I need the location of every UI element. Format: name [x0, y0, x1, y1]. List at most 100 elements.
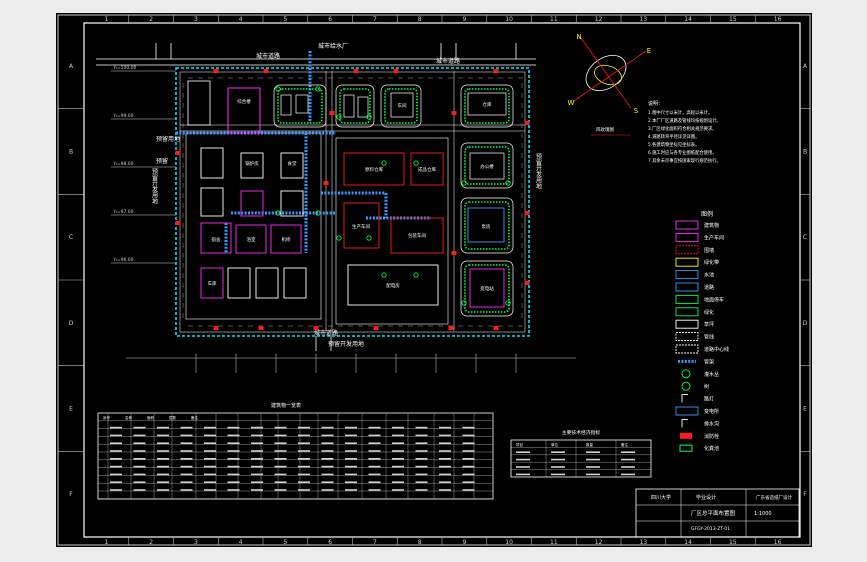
table-cell	[110, 473, 122, 476]
table-cell	[204, 458, 216, 460]
building-table: 建筑物一览表序号 名称 面积 层数 备注	[97, 402, 494, 500]
grid-row-label: B	[803, 149, 807, 156]
table-cell	[180, 434, 193, 437]
table-cell	[586, 466, 600, 468]
elev-mark: h=97.00	[114, 209, 134, 215]
table-cell	[110, 489, 122, 491]
compass-axis	[580, 37, 632, 109]
table-cell	[345, 442, 357, 444]
grid-col-label: 9	[462, 16, 466, 23]
table-cell	[274, 473, 287, 476]
table-cell	[110, 442, 122, 444]
table-cell	[345, 473, 357, 476]
elev-mark: h=96.00	[114, 257, 134, 263]
drawing-frame: 1 1 2 2 3 3 4 4 5 5 6 6 7 7 8 8 9 9 10 10 11 11 12 12 13 13 14 14 15…	[56, 13, 812, 547]
table-cell	[462, 434, 475, 437]
table-cell	[368, 450, 381, 452]
table-cell	[321, 458, 334, 460]
table-cell	[204, 426, 216, 429]
building-label: 机修	[282, 236, 291, 243]
building	[227, 87, 261, 134]
grid-col-label: 10	[505, 539, 513, 546]
building	[295, 94, 309, 114]
fire-hydrant	[175, 221, 181, 225]
table-cell	[368, 442, 381, 444]
table-cell	[227, 473, 240, 476]
table-cell	[227, 481, 240, 483]
table-cell	[586, 473, 600, 476]
table-cell	[439, 489, 451, 491]
school-name: 四川大学	[651, 494, 671, 501]
green-block-hedge	[339, 88, 371, 124]
table-cell	[251, 442, 263, 444]
grid-col-label: 2	[149, 16, 153, 23]
legend-label: 树	[704, 383, 709, 390]
wind-rose-petal	[594, 64, 622, 86]
table-frame	[510, 439, 652, 478]
table-cell	[439, 426, 451, 429]
table-cell	[227, 442, 240, 444]
fire-hydrant	[393, 69, 399, 73]
table-cell	[204, 465, 216, 468]
fire-hydrant	[353, 69, 359, 73]
table-cell	[415, 442, 428, 444]
table-cell	[439, 434, 451, 437]
table-cell	[415, 434, 428, 437]
table-cell	[321, 481, 334, 483]
legend-label: 道路	[704, 284, 714, 291]
tree	[461, 180, 467, 186]
table-cell	[110, 434, 122, 437]
table-cell	[462, 458, 475, 460]
grid-col-label: 16	[774, 539, 782, 546]
notes: 说明： 1.图中尺寸以米计，高程以米计。2.本厂厂区道路及管线均按规划设计。3.厂…	[648, 100, 721, 164]
table-cell	[110, 481, 122, 483]
compass-s: S	[634, 107, 639, 115]
table-header: 面积	[147, 415, 154, 420]
legend-label: 变电所	[704, 408, 719, 415]
table-cell	[133, 489, 146, 491]
table-cell	[415, 489, 428, 491]
table-cell	[157, 481, 169, 483]
table-cell	[298, 465, 310, 468]
table-cell	[551, 458, 565, 461]
drawing-scale: 1:1000	[754, 511, 772, 517]
grid-col-label: 12	[595, 539, 603, 546]
table-cell	[321, 473, 334, 476]
table-cell	[439, 465, 451, 468]
table-cell	[157, 442, 169, 444]
table-cell	[227, 426, 240, 429]
building-label: 宿舍	[212, 236, 221, 243]
table-cell	[439, 481, 451, 483]
tree	[336, 235, 342, 241]
note-line: 4.道路转弯半径详见详图。	[648, 133, 699, 140]
grid-row-label: B	[69, 149, 73, 156]
table-cell	[180, 450, 193, 452]
table-cell	[345, 458, 357, 460]
compass-n: N	[576, 33, 581, 41]
table-cell	[621, 458, 635, 461]
table-cell	[392, 442, 404, 444]
note-line: 7.其余未尽事宜按国家现行规范执行。	[648, 157, 721, 164]
table-cell	[621, 451, 635, 453]
grid-col-label: 16	[774, 16, 782, 23]
legend-label: 管架	[704, 358, 714, 365]
table-header: 数量	[586, 442, 594, 447]
table-cell	[157, 458, 169, 460]
table-cell	[462, 473, 475, 476]
fire-hydrant	[448, 326, 454, 330]
table-cell	[462, 481, 475, 483]
table-cell	[321, 442, 334, 444]
table-cell	[180, 481, 193, 483]
tree	[413, 160, 419, 166]
building	[343, 94, 355, 118]
legend-symbol	[675, 232, 699, 242]
table-cell	[298, 473, 310, 476]
table-cell	[321, 426, 334, 429]
grid-col-label: 7	[373, 539, 377, 546]
table-header: 备注	[621, 442, 629, 447]
building	[357, 96, 369, 118]
grid-col-label: 3	[194, 16, 198, 23]
table-cell	[227, 489, 240, 491]
table-title: 主要技术经济指标	[562, 429, 601, 436]
table-cell	[415, 426, 428, 429]
